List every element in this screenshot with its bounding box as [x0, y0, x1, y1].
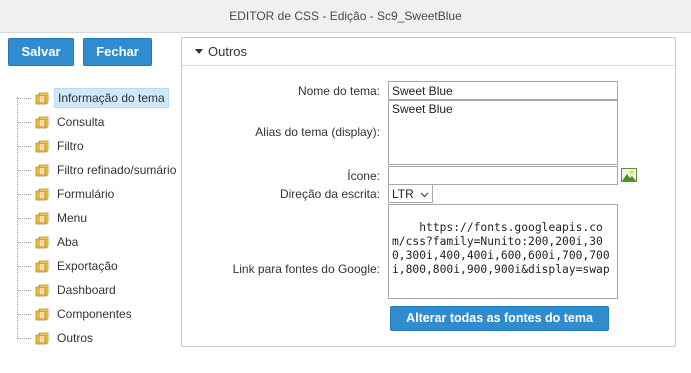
folder-icon — [35, 235, 50, 250]
icon-input[interactable] — [388, 166, 618, 185]
caret-down-icon[interactable] — [195, 49, 203, 54]
folder-icon — [35, 115, 50, 130]
save-button[interactable]: Salvar — [8, 38, 74, 66]
resize-grip-icon[interactable] — [608, 289, 616, 297]
icon-label: Ícone: — [347, 169, 380, 183]
fonts-link-value: https://fonts.googleapis.com/css?family=… — [392, 221, 610, 276]
tree-branch-line — [17, 313, 31, 315]
tree-item-filtro[interactable]: Filtro — [17, 135, 87, 157]
tree-item-menu[interactable]: Menu — [17, 207, 90, 229]
folder-icon — [35, 211, 50, 226]
fonts-link-label: Link para fontes do Google: — [232, 262, 380, 276]
direction-select[interactable]: LTR — [388, 184, 433, 203]
tree-branch-line — [17, 193, 31, 195]
tree-item-componentes[interactable]: Componentes — [17, 303, 135, 325]
tree-item-label: Menu — [57, 211, 88, 225]
tree-item-label: Filtro refinado/sumário — [57, 163, 177, 177]
tree-branch-line — [17, 97, 31, 99]
folder-icon — [35, 187, 50, 202]
theme-name-input[interactable] — [388, 81, 618, 100]
folder-icon — [35, 91, 50, 106]
tree-item-label: Formulário — [57, 187, 115, 201]
tree-item-informacao-do-tema[interactable]: Informação do tema — [17, 87, 169, 109]
tree-branch-line — [17, 217, 31, 219]
tree-item-label: Componentes — [57, 307, 132, 321]
tree-item-dashboard[interactable]: Dashboard — [17, 279, 119, 301]
chevron-down-icon — [420, 187, 429, 201]
tree-item-label: Outros — [57, 331, 94, 345]
folder-icon — [35, 307, 50, 322]
image-picker-icon[interactable] — [621, 168, 637, 182]
direction-label: Direção da escrita: — [279, 187, 380, 201]
theme-alias-textarea[interactable]: Sweet Blue — [388, 100, 618, 165]
tree-branch-line — [17, 169, 31, 171]
tree-item-label: Informação do tema — [54, 88, 169, 108]
tree-item-formulario[interactable]: Formulário — [17, 183, 117, 205]
settings-panel: Outros Nome do tema: Alias do tema (disp… — [181, 37, 676, 347]
tree-item-label: Dashboard — [57, 283, 116, 297]
tree-item-outros[interactable]: Outros — [17, 327, 96, 349]
window-title: EDITOR de CSS - Edição - Sc9_SweetBlue — [0, 0, 691, 33]
theme-alias-label: Alias do tema (display): — [255, 125, 380, 139]
direction-value: LTR — [392, 186, 414, 201]
panel-title: Outros — [208, 44, 248, 59]
folder-icon — [35, 283, 50, 298]
tree-item-exportacao[interactable]: Exportação — [17, 255, 121, 277]
tree-branch-line — [17, 337, 31, 339]
tree-item-consulta[interactable]: Consulta — [17, 111, 107, 133]
folder-icon — [35, 163, 50, 178]
folder-icon — [35, 139, 50, 154]
tree-branch-line — [17, 145, 31, 147]
folder-icon — [35, 331, 50, 346]
tree-item-label: Consulta — [57, 115, 105, 129]
fonts-link-textarea[interactable]: https://fonts.googleapis.com/css?family=… — [388, 204, 618, 299]
tree-branch-line — [17, 289, 31, 291]
close-button[interactable]: Fechar — [83, 38, 152, 66]
folder-icon — [35, 259, 50, 274]
panel-header[interactable]: Outros — [182, 38, 675, 66]
tree-item-label: Exportação — [57, 259, 118, 273]
tree-item-aba[interactable]: Aba — [17, 231, 81, 253]
tree-item-label: Aba — [57, 235, 79, 249]
theme-name-label: Nome do tema: — [297, 84, 380, 98]
tree-branch-line — [17, 121, 31, 123]
tree-branch-line — [17, 265, 31, 267]
tree-item-filtro-refinado[interactable]: Filtro refinado/sumário — [17, 159, 179, 181]
tree-item-label: Filtro — [57, 139, 84, 153]
alter-all-fonts-button[interactable]: Alterar todas as fontes do tema — [390, 306, 609, 331]
tree-branch-line — [17, 241, 31, 243]
